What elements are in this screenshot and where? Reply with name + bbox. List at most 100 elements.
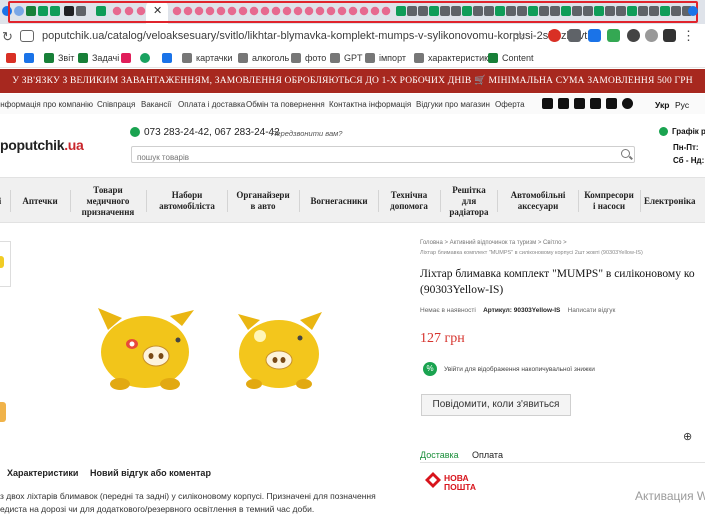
tab-favicon-icon[interactable]: [616, 6, 626, 16]
tab-favicon-icon[interactable]: [396, 6, 406, 16]
tab-delivery[interactable]: Доставка: [420, 450, 459, 460]
lang-ru[interactable]: Рус: [675, 100, 689, 110]
instagram-icon[interactable]: [542, 98, 553, 109]
info-nav-link[interactable]: Обмін та повернення: [246, 100, 325, 109]
info-nav-link[interactable]: Оплата і доставка: [178, 100, 245, 109]
category-item[interactable]: Органайзери в авто: [229, 178, 297, 224]
tab-favicon-icon[interactable]: [605, 6, 615, 16]
tab-favicon-icon[interactable]: [260, 6, 270, 16]
lang-uk[interactable]: Укр: [655, 100, 669, 110]
tab-favicon-icon[interactable]: [583, 6, 593, 16]
bookmark-item[interactable]: картачки: [182, 51, 232, 65]
tab-favicon-icon[interactable]: [539, 6, 549, 16]
category-item[interactable]: Набори автомобіліста: [148, 178, 226, 224]
thumbnail-image[interactable]: [0, 402, 6, 422]
tab-specs[interactable]: Характеристики: [7, 468, 78, 478]
tab-favicon-icon[interactable]: [418, 6, 428, 16]
tab-favicon-icon[interactable]: [381, 6, 391, 16]
callback-link[interactable]: Передзвонити вам?: [271, 129, 342, 138]
bookmark-gmail-icon[interactable]: [6, 51, 20, 65]
tab-favicon-icon[interactable]: [337, 6, 347, 16]
tab-favicon-icon[interactable]: [484, 6, 494, 16]
category-item[interactable]: Аптечки: [12, 178, 68, 224]
tab-favicon-icon[interactable]: [315, 6, 325, 16]
search-icon[interactable]: [621, 149, 630, 158]
youtube-icon[interactable]: [590, 98, 601, 109]
facebook-icon[interactable]: [574, 98, 585, 109]
tab-favicon-icon[interactable]: [688, 6, 698, 16]
tab-favicon-icon[interactable]: [561, 6, 571, 16]
site-logo[interactable]: poputchik.ua: [0, 137, 84, 153]
info-nav-link[interactable]: Відгуки про магазин: [416, 100, 490, 109]
tab-favicon-icon[interactable]: [550, 6, 560, 16]
tab-favicon-icon[interactable]: [627, 6, 637, 16]
tab-favicon-icon[interactable]: [271, 6, 281, 16]
tab-favicon-icon[interactable]: [238, 6, 248, 16]
category-item[interactable]: Решітка для радіатора: [442, 178, 496, 224]
info-nav-link[interactable]: Оферта: [495, 100, 525, 109]
tab-favicon-icon[interactable]: [506, 6, 516, 16]
bookmark-item[interactable]: фото: [291, 51, 326, 65]
category-item[interactable]: Компресори і насоси: [580, 178, 638, 224]
info-nav-link[interactable]: Вакансії: [141, 100, 171, 109]
viber-icon[interactable]: [622, 98, 633, 109]
category-item[interactable]: Товари медичного призначення: [72, 178, 144, 224]
tab-favicon-icon[interactable]: [249, 6, 259, 16]
tab-favicon-icon[interactable]: [282, 6, 292, 16]
extension-icon[interactable]: [548, 29, 561, 42]
tab-favicon-icon[interactable]: [671, 6, 681, 16]
tab-favicon-icon[interactable]: [462, 6, 472, 16]
zoom-icon[interactable]: ⊕: [683, 430, 692, 443]
tab-favicon-icon[interactable]: [183, 6, 193, 16]
tab-favicon-icon[interactable]: [216, 6, 226, 16]
tab-favicon-icon[interactable]: [205, 6, 215, 16]
tab-favicon-icon[interactable]: [359, 6, 369, 16]
tab-favicon-icon[interactable]: [649, 6, 659, 16]
tiktok-icon[interactable]: [558, 98, 569, 109]
tab-favicon-icon[interactable]: [440, 6, 450, 16]
bookmark-item[interactable]: Задачі: [78, 51, 119, 65]
tab-favicon-icon[interactable]: [429, 6, 439, 16]
extension-icon[interactable]: [568, 29, 581, 42]
tab-favicon-icon[interactable]: [473, 6, 483, 16]
tab-favicon-icon[interactable]: [451, 6, 461, 16]
tab-favicon-icon[interactable]: [370, 6, 380, 16]
extension-icon[interactable]: [607, 29, 620, 42]
discount-login-link[interactable]: Увійти для відображення накопичувальної …: [444, 366, 595, 373]
tab-favicon-icon[interactable]: [172, 6, 182, 16]
tab-favicon-icon[interactable]: [227, 6, 237, 16]
bookmark-item[interactable]: імпорт: [365, 51, 406, 65]
bookmark-item[interactable]: Content: [488, 51, 534, 65]
tab-favicon-icon[interactable]: [194, 6, 204, 16]
extension-icon[interactable]: [588, 29, 601, 42]
telegram-icon[interactable]: [606, 98, 617, 109]
write-review-link[interactable]: Написати відгук: [568, 307, 616, 314]
tab-favicon-icon[interactable]: [517, 6, 527, 16]
site-info-icon[interactable]: [20, 30, 34, 42]
info-nav-link[interactable]: Контактна інформація: [329, 100, 411, 109]
bookmark-globe-icon[interactable]: [140, 51, 154, 65]
bookmark-item[interactable]: характеристики: [414, 51, 493, 65]
browser-menu-icon[interactable]: ⋮: [682, 28, 695, 44]
category-item[interactable]: Електроніка: [644, 178, 705, 224]
extension-icon[interactable]: [627, 29, 640, 42]
bookmark-item[interactable]: Звіт: [44, 51, 74, 65]
breadcrumb[interactable]: Головна > Активний відпочинок та туризм …: [420, 240, 567, 246]
tab-favicon-icon[interactable]: [594, 6, 604, 16]
tab-favicon-icon[interactable]: [348, 6, 358, 16]
tab-favicon-icon[interactable]: [495, 6, 505, 16]
category-cut[interactable]: і: [0, 178, 4, 224]
tab-favicon-icon[interactable]: [407, 6, 417, 16]
phone-numbers[interactable]: 073 283-24-42, 067 283-24-42: [144, 127, 280, 138]
bookmark-star-icon[interactable]: ☆: [514, 28, 526, 44]
reload-icon[interactable]: ↻: [2, 29, 13, 45]
extensions-puzzle-icon[interactable]: [663, 29, 676, 42]
tab-favicon-icon[interactable]: [638, 6, 648, 16]
category-item[interactable]: Вогнегасники: [301, 178, 377, 224]
category-item[interactable]: Автомобільні аксесуари: [499, 178, 577, 224]
info-nav-link[interactable]: Інформація про компанію: [0, 100, 93, 109]
tab-favicon-icon[interactable]: [326, 6, 336, 16]
bookmark-slack-icon[interactable]: [121, 51, 135, 65]
bookmark-item[interactable]: GPT: [330, 51, 363, 65]
tab-favicon-icon[interactable]: [293, 6, 303, 16]
